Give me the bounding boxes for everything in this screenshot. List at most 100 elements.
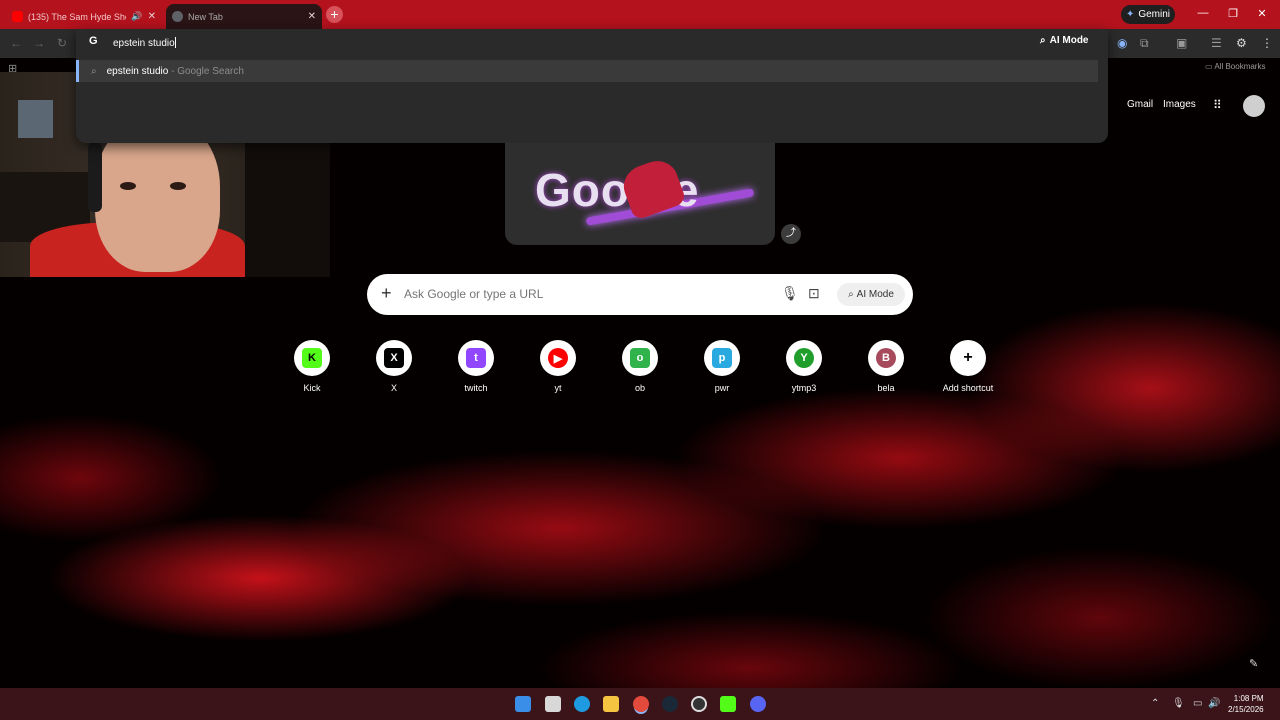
restore-icon[interactable]: ❐ [1223, 7, 1243, 20]
bela-icon: B [868, 340, 904, 376]
shortcut-x[interactable]: X X [353, 340, 435, 393]
suggestion-row[interactable]: ⌕ epstein studio - Google Search [76, 60, 1098, 82]
menu-list-icon[interactable]: ☰ [1211, 36, 1222, 50]
obs-icon[interactable] [691, 696, 707, 712]
shortcut-ob[interactable]: o ob [599, 340, 681, 393]
gemini-button[interactable]: ✦ Gemini [1121, 5, 1175, 24]
google-apps-icon[interactable]: ⠿ [1213, 98, 1222, 112]
extensions-icon[interactable]: ⧉ [1140, 36, 1149, 51]
google-g-icon: G [89, 35, 98, 47]
shortcut-pwr[interactable]: p pwr [681, 340, 763, 393]
tab-new-tab[interactable]: New Tab ✕ [166, 4, 322, 29]
tab-title: (135) The Sam Hyde Show [28, 11, 127, 22]
microphone-icon[interactable]: 🎙 [781, 285, 799, 302]
close-window-icon[interactable]: ✕ [1252, 7, 1272, 20]
steam-icon[interactable] [662, 696, 678, 712]
close-tab-icon[interactable]: ✕ [308, 11, 316, 22]
ytmp3-icon: Y [786, 340, 822, 376]
reload-icon[interactable]: ↻ [57, 36, 67, 50]
shortcut-bela[interactable]: B bela [845, 340, 927, 393]
taskbar: ⌃ 🎙 ▭ 🔊 1:08 PM 2/15/2026 [0, 688, 1280, 720]
shortcut-label: ytmp3 [791, 383, 817, 393]
edge-icon[interactable] [574, 696, 590, 712]
clock[interactable]: 1:08 PM 2/15/2026 [1228, 693, 1264, 715]
images-link[interactable]: Images [1163, 99, 1196, 110]
tab-title: New Tab [188, 11, 223, 22]
webcam-eye [120, 182, 136, 190]
gemini-spark-icon: ✦ [1125, 9, 1135, 20]
profile-icon[interactable]: ⚙ [1236, 36, 1247, 50]
shortcut-label: pwr [714, 383, 730, 393]
kick-icon: K [294, 340, 330, 376]
customize-pencil-icon[interactable]: ✎ [1249, 657, 1258, 670]
x-icon: X [376, 340, 412, 376]
chrome-favicon-icon [172, 11, 183, 22]
title-bar: (135) The Sam Hyde Show 🔊 ✕ New Tab ✕ + … [0, 0, 1280, 29]
omnibox-ai-mode-button[interactable]: ⌕ AI Mode [1040, 35, 1089, 46]
tab-sam-hyde-show[interactable]: (135) The Sam Hyde Show 🔊 ✕ [6, 4, 162, 29]
shortcut-yt[interactable]: ▶ yt [517, 340, 599, 393]
task-view-icon[interactable] [545, 696, 561, 712]
ob-icon: o [622, 340, 658, 376]
omnibox-query: epstein studio [113, 38, 175, 49]
omnibox-dropdown: G epstein studio ⌕ AI Mode ⌕ epstein stu… [76, 29, 1108, 143]
omnibox-input[interactable]: epstein studio [113, 37, 176, 49]
webcam-window [18, 100, 53, 138]
forward-icon[interactable]: → [33, 36, 45, 50]
share-doodle-icon[interactable]: ⤴ [781, 224, 801, 244]
account-avatar[interactable] [1243, 95, 1265, 117]
shortcut-label: yt [554, 383, 562, 393]
suggestion-suffix: - Google Search [171, 65, 244, 77]
twitch-icon: t [458, 340, 494, 376]
search-input[interactable] [404, 287, 764, 301]
all-bookmarks[interactable]: ▭ All Bookmarks [1205, 62, 1265, 71]
suggestion-text: epstein studio [106, 65, 169, 77]
mic-tray-icon[interactable]: 🎙 [1172, 698, 1185, 709]
search-icon: ⌕ [91, 65, 97, 77]
ai-mode-label: AI Mode [856, 289, 894, 300]
add-icon[interactable]: + [381, 283, 392, 304]
ai-mode-button[interactable]: ⌕ AI Mode [837, 283, 905, 306]
kick-app-icon[interactable] [720, 696, 736, 712]
shortcut-label: Add shortcut [942, 383, 994, 393]
gmail-link[interactable]: Gmail [1127, 99, 1153, 110]
webcam-eye [170, 182, 186, 190]
google-doodle[interactable]: Google [505, 143, 775, 245]
clock-time: 1:08 PM [1233, 694, 1264, 703]
minimize-icon[interactable]: — [1193, 7, 1213, 19]
shortcut-label: Kick [303, 383, 321, 393]
shortcut-ytmp3[interactable]: Y ytmp3 [763, 340, 845, 393]
shortcut-twitch[interactable]: t twitch [435, 340, 517, 393]
cast-icon[interactable]: ◉ [1117, 36, 1127, 50]
close-tab-icon[interactable]: ✕ [148, 11, 156, 22]
new-tab-button[interactable]: + [326, 6, 343, 23]
clock-date: 2/15/2026 [1228, 705, 1264, 714]
search-box[interactable]: + 🎙 ⊡ ⌕ AI Mode [367, 274, 913, 315]
gemini-label: Gemini [1138, 9, 1171, 20]
chrome-icon[interactable] [633, 696, 649, 712]
plus-icon: + [950, 340, 986, 376]
tray-overflow-icon[interactable]: ⌃ [1151, 698, 1159, 709]
youtube-icon: ▶ [540, 340, 576, 376]
discord-icon[interactable] [750, 696, 766, 712]
more-menu-icon[interactable]: ⋮ [1261, 36, 1273, 50]
windows-start-icon[interactable] [515, 696, 531, 712]
shortcut-label: X [390, 383, 397, 393]
add-shortcut-button[interactable]: + Add shortcut [927, 340, 1009, 393]
audio-icon[interactable]: 🔊 [131, 11, 142, 22]
ai-search-icon: ⌕ [848, 289, 854, 300]
display-tray-icon[interactable]: ▭ [1193, 698, 1202, 709]
volume-tray-icon[interactable]: 🔊 [1208, 698, 1220, 709]
back-icon[interactable]: ← [10, 36, 22, 50]
sidepanel-icon[interactable]: ▣ [1176, 36, 1187, 50]
youtube-favicon-icon [12, 11, 23, 22]
pwr-icon: p [704, 340, 740, 376]
shortcut-label: ob [634, 383, 645, 393]
ai-mode-label: AI Mode [1049, 35, 1089, 46]
google-lens-icon[interactable]: ⊡ [808, 285, 820, 302]
shortcut-kick[interactable]: K Kick [271, 340, 353, 393]
shortcut-label: bela [877, 383, 895, 393]
file-explorer-icon[interactable] [603, 696, 619, 712]
all-bookmarks-label: All Bookmarks [1214, 62, 1266, 71]
shortcut-tiles: K Kick X X t twitch ▶ yt o ob p pwr Y yt… [290, 340, 1010, 410]
